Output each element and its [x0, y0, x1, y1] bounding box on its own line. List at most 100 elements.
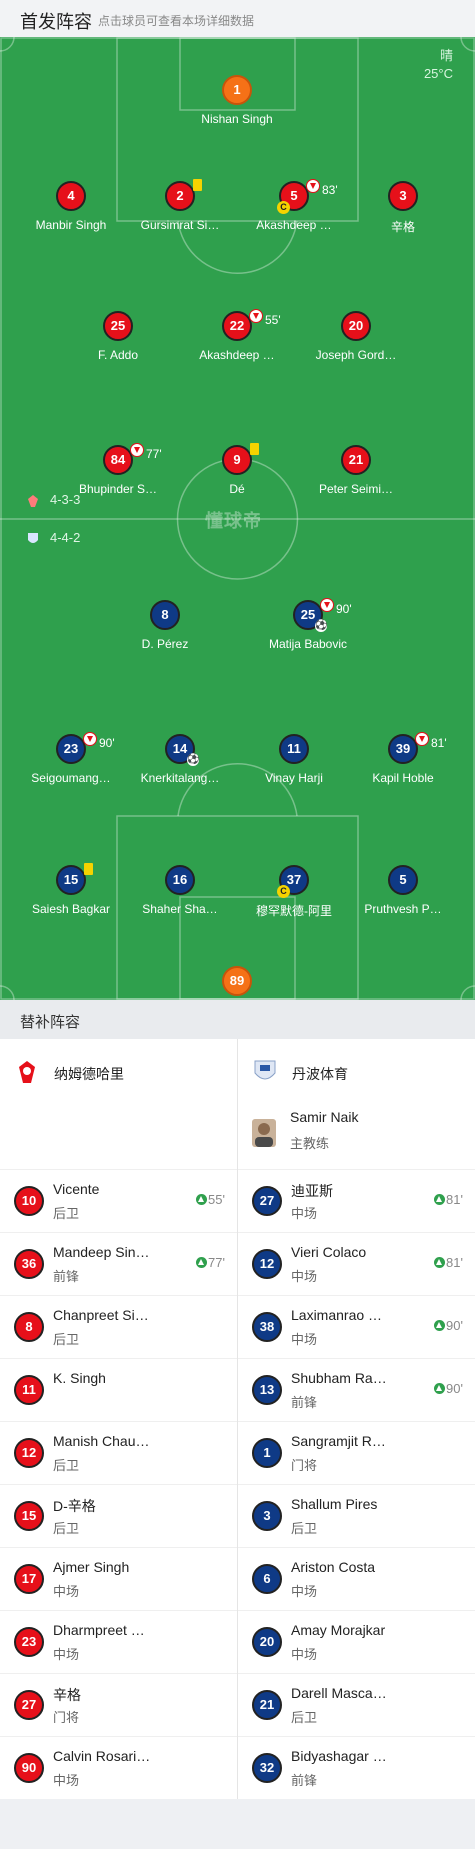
home-sub-row[interactable]: 23 Dharmpreet … 中场	[0, 1610, 237, 1673]
home-player-4[interactable]: 4 Manbir Singh	[11, 181, 131, 232]
away-sub-row[interactable]: 32 Bidyashagar … 前锋	[238, 1736, 475, 1799]
sub-name: Darell Masca…	[291, 1685, 387, 1701]
football-pitch: 晴 25°C 懂球帝 4-3-3 4-4-2 1 Nishan Singh 4 Man…	[0, 37, 475, 1000]
player-name: 辛格	[390, 220, 415, 234]
away-player-89[interactable]: 89Ashish Sibi	[177, 966, 297, 1000]
away-sub-row[interactable]: 38 Laximanrao … 中场 90'	[238, 1295, 475, 1358]
subs-header: 替补阵容	[0, 1000, 475, 1039]
away-sub-row[interactable]: 1 Sangramjit R… 门将	[238, 1421, 475, 1484]
sub-number: 27	[14, 1690, 44, 1720]
player-number-badge: 84 77'	[103, 443, 162, 475]
away-team-crest-icon	[254, 1060, 276, 1080]
sub-name: Vieri Colaco	[291, 1244, 367, 1260]
player-number: 14	[172, 741, 188, 756]
home-sub-row[interactable]: 8 Chanpreet Si… 后卫	[0, 1295, 237, 1358]
away-sub-row[interactable]: 12 Vieri Colaco 中场 81'	[238, 1232, 475, 1295]
coach-role: 主教练	[290, 1136, 330, 1151]
player-number: 5	[290, 188, 298, 203]
sub-number: 3	[252, 1501, 282, 1531]
away-sub-row[interactable]: 6 Ariston Costa 中场	[238, 1547, 475, 1610]
sub-number: 38	[252, 1312, 282, 1342]
sub-position: 前锋	[291, 1395, 318, 1410]
home-player-20[interactable]: 20 Joseph Gord…	[296, 311, 416, 362]
home-sub-row[interactable]: 10 Vicente 后卫 55'	[0, 1169, 237, 1232]
home-sub-row[interactable]: 12 Manish Chau… 后卫	[0, 1421, 237, 1484]
sub-number: 17	[14, 1564, 44, 1594]
away-player-25[interactable]: 25 90' ⚽ Matija Babovic	[248, 598, 368, 651]
home-player-1[interactable]: 1 Nishan Singh	[177, 75, 297, 126]
sub-number: 15	[14, 1501, 44, 1531]
home-player-25[interactable]: 25 F. Addo	[58, 311, 178, 362]
home-sub-row[interactable]: 15 D-辛格 后卫	[0, 1484, 237, 1547]
home-player-2[interactable]: 2 Gursimrat Si…	[120, 179, 240, 232]
home-sub-row[interactable]: 90 Calvin Rosari… 中场	[0, 1736, 237, 1799]
coach-card[interactable]: Samir Naik 主教练	[252, 1109, 452, 1159]
substitution-out-icon	[415, 732, 429, 746]
away-player-5[interactable]: 5 Pruthvesh P…	[343, 865, 463, 916]
home-sub-row[interactable]: 27 辛格 门将	[0, 1673, 237, 1736]
home-player-84[interactable]: 84 77' Bhupinder S…	[58, 443, 178, 496]
away-player-23[interactable]: 23 90' Seigoumang…	[11, 732, 131, 785]
home-sub-row[interactable]: 11 K. Singh	[0, 1358, 237, 1421]
sub-position: 后卫	[53, 1332, 80, 1347]
away-team-name: 丹波体育	[292, 1066, 348, 1082]
lineup-title: 首发阵容	[20, 12, 92, 32]
sub-name: K. Singh	[53, 1370, 106, 1386]
player-number: 11	[287, 741, 301, 756]
away-player-11[interactable]: 11 Vinay Harji	[234, 734, 354, 785]
home-player-21[interactable]: 21 Peter Seimi…	[296, 445, 416, 496]
player-number: 89	[229, 973, 245, 988]
home-sub-row[interactable]: 17 Ajmer Singh 中场	[0, 1547, 237, 1610]
away-player-14[interactable]: 14 ⚽ Knerkitalang…	[120, 734, 240, 785]
sub-position: 中场	[291, 1332, 318, 1347]
lineup-header: 首发阵容 点击球员可查看本场详细数据	[0, 0, 475, 37]
sub-number: 6	[252, 1564, 282, 1594]
sub-position: 中场	[291, 1584, 318, 1599]
away-player-37[interactable]: 37 C 穆罕默德-阿里	[234, 865, 354, 919]
player-name: Vinay Harji	[265, 771, 323, 785]
sub-in-minute: 55'	[208, 1192, 225, 1207]
away-player-39[interactable]: 39 81' Kapil Hoble	[343, 732, 463, 785]
home-player-22[interactable]: 22 55' Akashdeep …	[177, 309, 297, 362]
player-number: 21	[348, 452, 364, 467]
away-sub-row[interactable]: 21 Darell Masca… 后卫	[238, 1673, 475, 1736]
player-number-badge: 23 90'	[56, 732, 115, 764]
sub-name: Vicente	[53, 1181, 100, 1197]
player-number: 20	[348, 318, 364, 333]
sub-position: 后卫	[53, 1206, 80, 1221]
player-number: 15	[63, 872, 79, 887]
away-sub-row[interactable]: 27 迪亚斯 中场 81'	[238, 1169, 475, 1232]
home-player-3[interactable]: 3 辛格	[343, 181, 463, 235]
player-number-badge: 37 C	[277, 865, 309, 898]
yellow-card-icon	[250, 443, 259, 455]
home-player-5[interactable]: 5 83' C Akashdeep …	[234, 179, 354, 232]
player-number-badge: 16	[165, 865, 195, 895]
player-name: Knerkitalang…	[140, 771, 220, 785]
sub-number: 27	[252, 1186, 282, 1216]
player-number-badge: 21	[341, 445, 371, 475]
away-sub-row[interactable]: 13 Shubham Ra… 前锋 90'	[238, 1358, 475, 1421]
away-player-8[interactable]: 8 D. Pérez	[105, 600, 225, 651]
coach-name: Samir Naik	[290, 1109, 359, 1125]
sub-number: 10	[14, 1186, 44, 1216]
sub-name: Bidyashagar …	[291, 1748, 387, 1764]
sub-name: Dharmpreet …	[53, 1622, 145, 1638]
away-player-15[interactable]: 15 Saiesh Bagkar	[11, 863, 131, 916]
sub-position: 门将	[53, 1710, 80, 1725]
player-number: 16	[172, 872, 188, 887]
sub-name: Shubham Ra…	[291, 1370, 387, 1386]
away-sub-row[interactable]: 3 Shallum Pires 后卫	[238, 1484, 475, 1547]
goal-ball-icon: ⚽	[315, 620, 328, 632]
sub-position: 前锋	[53, 1269, 80, 1284]
weather-temperature: 25°C	[423, 66, 453, 81]
home-player-9[interactable]: 9 Dé	[177, 443, 297, 496]
away-player-16[interactable]: 16 Shaher Sha…	[120, 865, 240, 916]
away-formation-value: 4-4-2	[50, 530, 81, 545]
player-number-badge: 39 81'	[388, 732, 447, 764]
substitution-out-icon	[130, 443, 144, 457]
weather-info: 晴 25°C	[424, 47, 453, 83]
home-sub-row[interactable]: 36 Mandeep Sin… 前锋 77'	[0, 1232, 237, 1295]
away-sub-row[interactable]: 20 Amay Morajkar 中场	[238, 1610, 475, 1673]
sub-name: 迪亚斯	[291, 1183, 333, 1199]
player-number-badge: 25	[103, 311, 133, 341]
